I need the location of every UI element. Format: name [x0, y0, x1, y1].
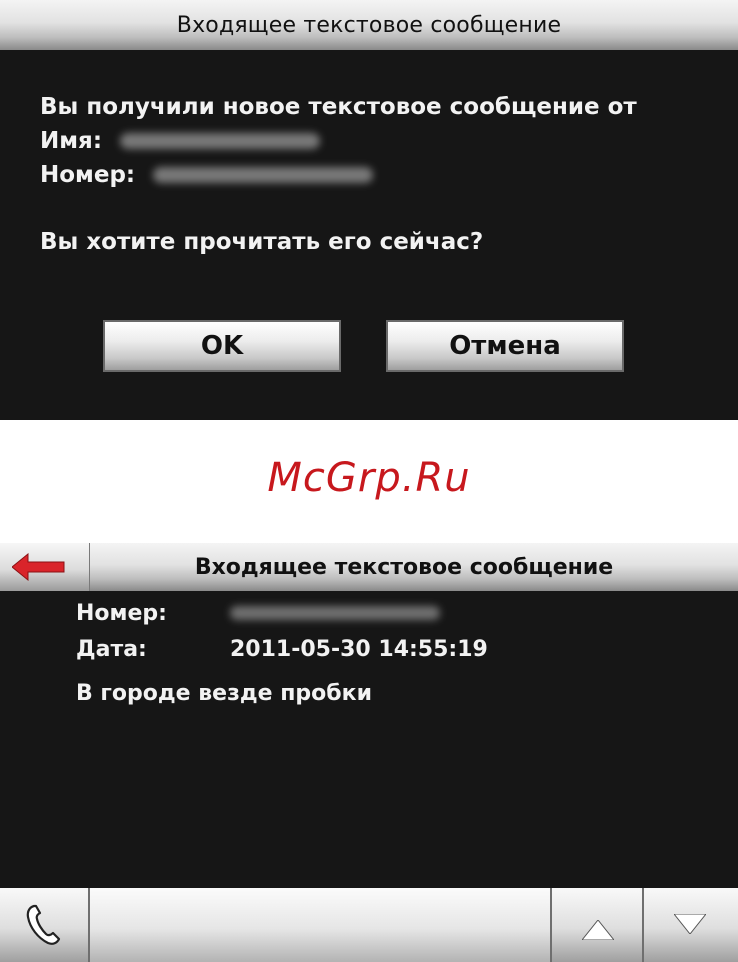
message-view-screen: Входящее текстовое сообщение Номер: Дата…	[0, 543, 738, 962]
call-button[interactable]	[0, 888, 90, 962]
site-watermark: McGrp.Ru	[267, 455, 471, 501]
sender-number-label: Номер:	[40, 162, 136, 188]
number-row: Номер:	[76, 595, 488, 631]
message-input-field[interactable]	[90, 888, 552, 962]
sender-name-label: Имя:	[40, 128, 103, 154]
number-value-redacted	[230, 606, 440, 620]
sender-name-line: Имя:	[40, 124, 738, 158]
incoming-message-dialog: Входящее текстовое сообщение Вы получили…	[0, 0, 738, 420]
scroll-up-button[interactable]	[552, 888, 644, 962]
arrow-up-icon	[582, 920, 614, 940]
phone-icon	[26, 904, 61, 945]
cancel-button-label: Отмена	[449, 331, 561, 361]
date-row: Дата: 2011-05-30 14:55:19	[76, 631, 488, 667]
date-label: Дата:	[76, 636, 147, 662]
dialog-title: Входящее текстовое сообщение	[176, 12, 562, 38]
message-details: Номер: Дата: 2011-05-30 14:55:19	[76, 595, 488, 667]
cancel-button[interactable]: Отмена	[386, 320, 624, 372]
ok-button[interactable]: OK	[103, 320, 341, 372]
arrow-down-icon	[674, 914, 706, 934]
message-body: В городе везде пробки	[76, 681, 372, 706]
scroll-down-button[interactable]	[644, 888, 738, 962]
date-value: 2011-05-30 14:55:19	[230, 636, 488, 662]
ok-button-label: OK	[200, 331, 244, 361]
dialog-intro-line: Вы получили новое текстовое сообщение от	[40, 90, 738, 124]
sender-number-line: Номер:	[40, 158, 738, 192]
message-view-title: Входящее текстовое сообщение	[194, 554, 614, 580]
back-button[interactable]	[0, 543, 90, 591]
sender-name-redacted	[120, 133, 321, 149]
bottom-toolbar	[0, 888, 738, 962]
sender-number-redacted	[153, 167, 374, 183]
read-now-question: Вы хотите прочитать его сейчас?	[40, 229, 484, 255]
dialog-intro-text: Вы получили новое текстовое сообщение от	[40, 94, 637, 120]
message-view-title-bar: Входящее текстовое сообщение	[0, 543, 738, 591]
back-arrow-icon	[12, 553, 65, 581]
dialog-message: Вы получили новое текстовое сообщение от…	[40, 90, 738, 192]
dialog-title-bar: Входящее текстовое сообщение	[0, 0, 738, 50]
number-label: Номер:	[76, 600, 167, 626]
